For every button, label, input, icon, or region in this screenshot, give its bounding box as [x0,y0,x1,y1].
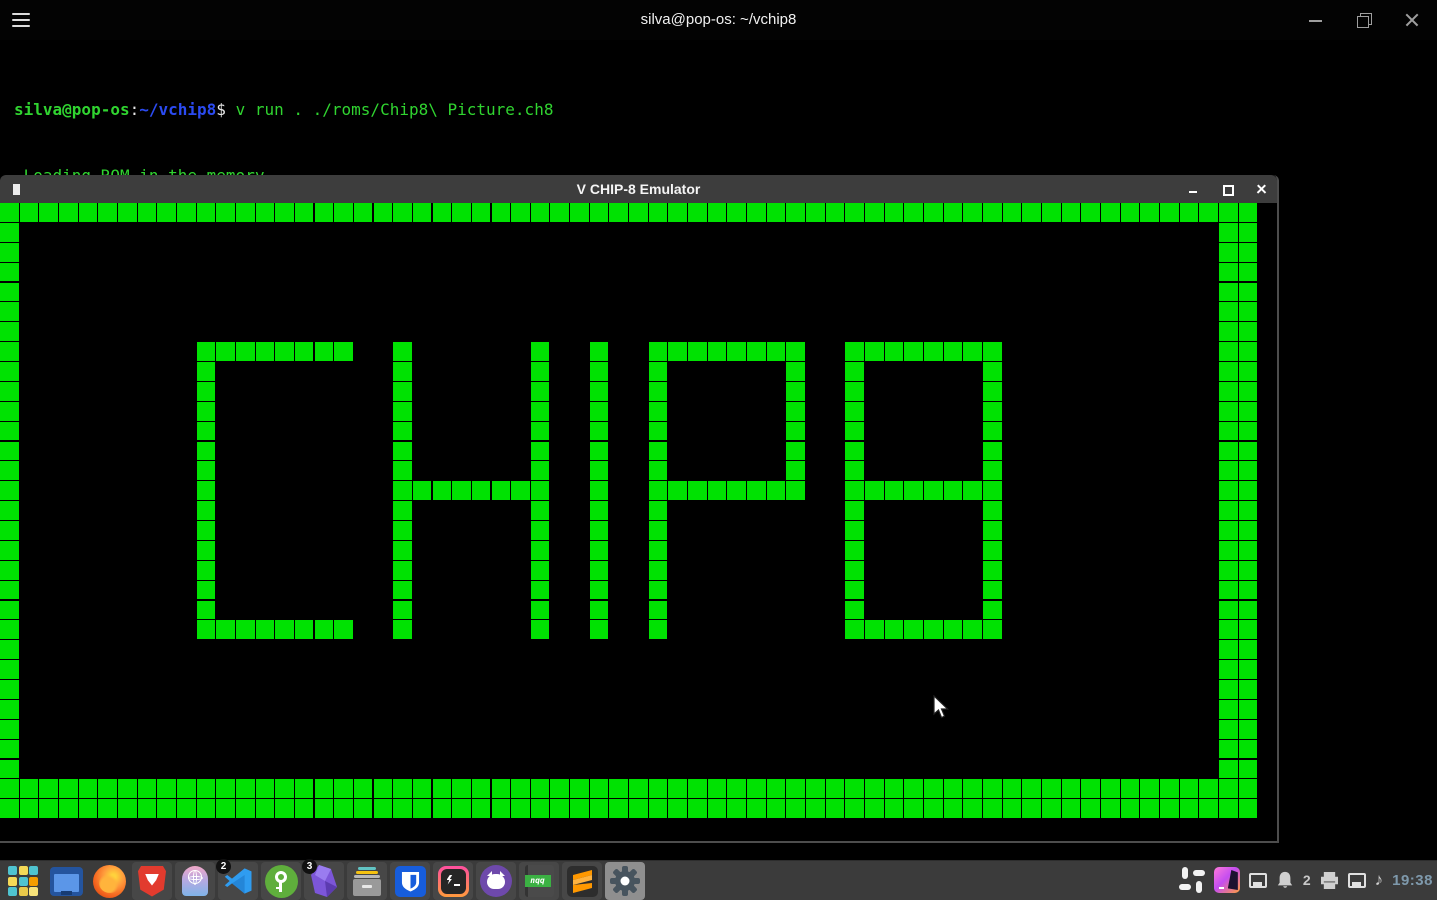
notepadqq-icon: nqq [525,865,554,897]
ghost-browser-button[interactable] [175,862,215,900]
emulator-minimize-button[interactable] [1180,175,1206,203]
vscode-badge: 2 [216,859,231,874]
obsidian-button[interactable]: 3 [304,862,344,900]
sublime-text-icon [567,866,598,897]
applications-menu-button[interactable] [3,862,43,900]
file-manager-icon [50,867,83,896]
active-app-button[interactable] [605,862,645,900]
minimize-button[interactable] [1304,8,1328,32]
restore-button[interactable] [1352,8,1376,32]
slack-tray-icon[interactable] [1179,867,1205,893]
emulator-app-icon [13,184,20,195]
terminal-app-button[interactable] [433,862,473,900]
vscode-button[interactable]: 2 [218,862,258,900]
emulator-window-title: V CHIP-8 Emulator [0,175,1277,203]
github-desktop-button[interactable] [476,862,516,900]
terminal-app-icon [438,866,469,897]
taskbar-clock: 19:38 [1392,872,1433,889]
music-note-tray-icon[interactable]: ♪ [1375,870,1384,890]
ethernet-tray-icon[interactable] [1249,873,1267,888]
ghost-browser-icon [182,866,208,896]
terminal-prompt-line: silva@pop-os:~/vchip8$ v run . ./roms/Ch… [14,99,553,121]
keepassxc-icon [265,865,298,898]
prompt-user: silva@pop-os [14,100,130,119]
firefox-button[interactable] [89,862,129,900]
command-text: v run . ./roms/Chip8\ Picture.ch8 [226,100,554,119]
chip8-emulator-window: V CHIP-8 Emulator [0,175,1279,843]
bitwarden-icon [395,866,426,897]
emulator-titlebar[interactable]: V CHIP-8 Emulator [0,175,1277,203]
github-desktop-icon [480,865,512,897]
obsidian-badge: 3 [302,859,317,874]
brave-icon [138,866,166,897]
printer-tray-icon[interactable] [1320,872,1339,889]
gradient-cube-tray-icon[interactable] [1214,867,1240,893]
file-manager-button[interactable] [46,862,86,900]
sublime-text-button[interactable] [562,862,602,900]
archive-manager-icon [352,866,382,896]
app-grid-icon [8,866,38,896]
system-tray: 2 ♪ 19:38 [1179,860,1433,900]
archive-manager-button[interactable] [347,862,387,900]
ethernet-tray-icon-2[interactable] [1348,873,1366,888]
brave-button[interactable] [132,862,172,900]
terminal-titlebar: silva@pop-os: ~/vchip8 [0,0,1437,40]
keepassxc-button[interactable] [261,862,301,900]
emulator-maximize-button[interactable] [1214,175,1240,203]
close-button[interactable] [1400,8,1424,32]
notifications-bell-icon[interactable] [1276,871,1294,889]
gear-icon [609,865,641,897]
emulator-close-button[interactable] [1248,175,1274,203]
mouse-cursor [933,695,950,725]
chip8-display [0,203,1259,839]
terminal-window-title: silva@pop-os: ~/vchip8 [0,0,1437,40]
notification-count: 2 [1303,872,1311,888]
prompt-path: ~/vchip8 [139,100,216,119]
firefox-icon [93,865,126,898]
desktop: silva@pop-os: ~/vchip8 silva@pop-os:~/vc… [0,0,1437,900]
bitwarden-button[interactable] [390,862,430,900]
notepadqq-button[interactable]: nqq [519,862,559,900]
